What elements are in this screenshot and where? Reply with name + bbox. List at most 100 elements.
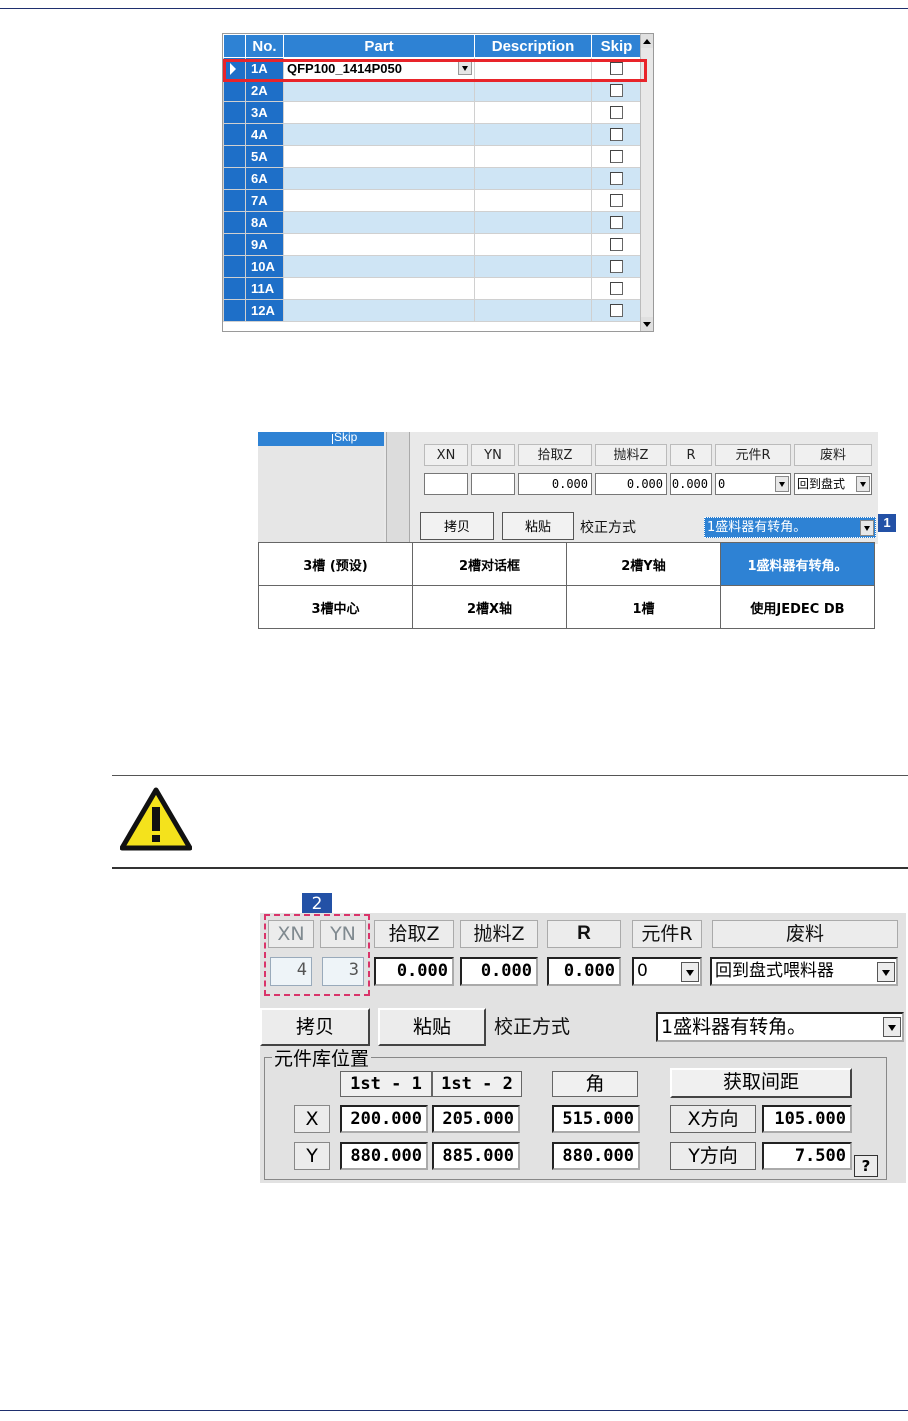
option-2-slot-y-axis[interactable]: 2槽Y轴 (566, 542, 721, 586)
part-cell[interactable] (283, 255, 475, 278)
description-cell[interactable] (474, 79, 592, 102)
option-3-slot-center[interactable]: 3槽中心 (258, 585, 413, 629)
x-first-1-input[interactable]: 200.000 (340, 1105, 428, 1133)
x-pitch-input[interactable]: 105.000 (762, 1105, 852, 1133)
table-row[interactable]: 11A (223, 277, 642, 300)
scroll-up-arrow-icon[interactable] (641, 34, 653, 48)
xn-input[interactable] (424, 473, 468, 495)
part-cell[interactable] (283, 189, 475, 212)
part-cell[interactable] (283, 277, 475, 300)
row-indicator[interactable] (223, 167, 246, 190)
part-cell[interactable] (283, 123, 475, 146)
help-button[interactable]: ? (854, 1155, 878, 1177)
part-cell[interactable] (283, 101, 475, 124)
r-input[interactable]: 0.000 (670, 473, 712, 495)
skip-checkbox[interactable] (610, 106, 623, 119)
table-row[interactable]: 12A (223, 299, 642, 322)
row-indicator[interactable] (223, 101, 246, 124)
part-r-select[interactable]: 0 (632, 957, 702, 986)
scroll-down-arrow-icon[interactable] (641, 317, 653, 331)
part-cell[interactable] (283, 79, 475, 102)
skip-checkbox[interactable] (610, 128, 623, 141)
option-1-slot[interactable]: 1槽 (566, 585, 721, 629)
row-indicator[interactable] (223, 255, 246, 278)
part-cell[interactable] (283, 299, 475, 322)
chevron-down-icon[interactable] (458, 61, 472, 75)
table-row[interactable]: 8A (223, 211, 642, 234)
part-cell[interactable]: QFP100_1414P050 (283, 57, 475, 80)
skip-checkbox[interactable] (610, 238, 623, 251)
chevron-down-icon[interactable] (681, 962, 699, 982)
row-indicator[interactable] (223, 299, 246, 322)
skip-checkbox[interactable] (610, 62, 623, 75)
chevron-down-icon[interactable] (877, 962, 895, 982)
r-input[interactable]: 0.000 (547, 957, 621, 986)
skip-column-header[interactable]: Skip (591, 34, 642, 58)
description-cell[interactable] (474, 167, 592, 190)
no-column-header[interactable]: No. (245, 34, 284, 58)
description-cell[interactable] (474, 123, 592, 146)
skip-checkbox[interactable] (610, 304, 623, 317)
xn-input[interactable]: 4 (270, 957, 312, 986)
description-cell[interactable] (474, 299, 592, 322)
skip-checkbox[interactable] (610, 282, 623, 295)
get-pitch-button[interactable]: 获取间距 (670, 1068, 852, 1098)
y-first-1-input[interactable]: 880.000 (340, 1142, 428, 1170)
row-indicator[interactable] (223, 189, 246, 212)
description-column-header[interactable]: Description (474, 34, 592, 58)
calibration-method-select[interactable]: 1盛料器有转角。 (656, 1012, 904, 1042)
description-cell[interactable] (474, 189, 592, 212)
row-indicator[interactable] (223, 79, 246, 102)
part-column-header[interactable]: Part (283, 34, 475, 58)
row-indicator[interactable] (223, 233, 246, 256)
row-indicator[interactable] (223, 123, 246, 146)
table-row[interactable]: 7A (223, 189, 642, 212)
description-cell[interactable] (474, 145, 592, 168)
table-row[interactable]: 6A (223, 167, 642, 190)
option-3-slot-default[interactable]: 3槽 (预设) (258, 542, 413, 586)
skip-checkbox[interactable] (610, 216, 623, 229)
x-first-2-input[interactable]: 205.000 (432, 1105, 520, 1133)
paste-button[interactable]: 粘贴 (378, 1008, 486, 1046)
row-indicator[interactable] (223, 57, 246, 80)
description-cell[interactable] (474, 277, 592, 300)
skip-checkbox[interactable] (610, 84, 623, 97)
part-cell[interactable] (283, 167, 475, 190)
table-row[interactable]: 5A (223, 145, 642, 168)
part-cell[interactable] (283, 211, 475, 234)
chevron-down-icon[interactable] (775, 476, 789, 492)
table-row[interactable]: 9A (223, 233, 642, 256)
row-indicator[interactable] (223, 145, 246, 168)
option-use-jedec-db[interactable]: 使用JEDEC DB (720, 585, 875, 629)
chevron-down-icon[interactable] (860, 520, 874, 536)
chevron-down-icon[interactable] (856, 476, 870, 492)
skip-checkbox[interactable] (610, 260, 623, 273)
paste-button[interactable]: 粘贴 (502, 512, 574, 540)
part-cell[interactable] (283, 233, 475, 256)
x-corner-input[interactable]: 515.000 (552, 1105, 640, 1133)
option-2-slot-x-axis[interactable]: 2槽X轴 (412, 585, 567, 629)
calibration-method-select[interactable]: 1盛料器有转角。 (704, 517, 876, 538)
skip-checkbox[interactable] (610, 194, 623, 207)
grid-scrollbar[interactable] (640, 34, 653, 331)
copy-button[interactable]: 拷贝 (420, 512, 494, 540)
table-row[interactable]: 1A QFP100_1414P050 (223, 57, 642, 80)
description-cell[interactable] (474, 101, 592, 124)
chevron-down-icon[interactable] (883, 1017, 901, 1037)
waste-select[interactable]: 回到盘式喂料器 (710, 957, 898, 986)
skip-checkbox[interactable] (610, 150, 623, 163)
option-1-feeder-corner[interactable]: 1盛料器有转角。 (720, 542, 875, 586)
scrollbar-stub[interactable] (386, 432, 410, 542)
description-cell[interactable] (474, 211, 592, 234)
description-cell[interactable] (474, 57, 592, 80)
yn-input[interactable]: 3 (322, 957, 364, 986)
y-first-2-input[interactable]: 885.000 (432, 1142, 520, 1170)
throw-z-input[interactable]: 0.000 (460, 957, 538, 986)
pick-z-input[interactable]: 0.000 (374, 957, 454, 986)
waste-select[interactable]: 回到盘式 (794, 473, 872, 495)
y-corner-input[interactable]: 880.000 (552, 1142, 640, 1170)
option-2-slot-dialog[interactable]: 2槽对话框 (412, 542, 567, 586)
throw-z-input[interactable]: 0.000 (595, 473, 667, 495)
description-cell[interactable] (474, 233, 592, 256)
part-cell[interactable] (283, 145, 475, 168)
